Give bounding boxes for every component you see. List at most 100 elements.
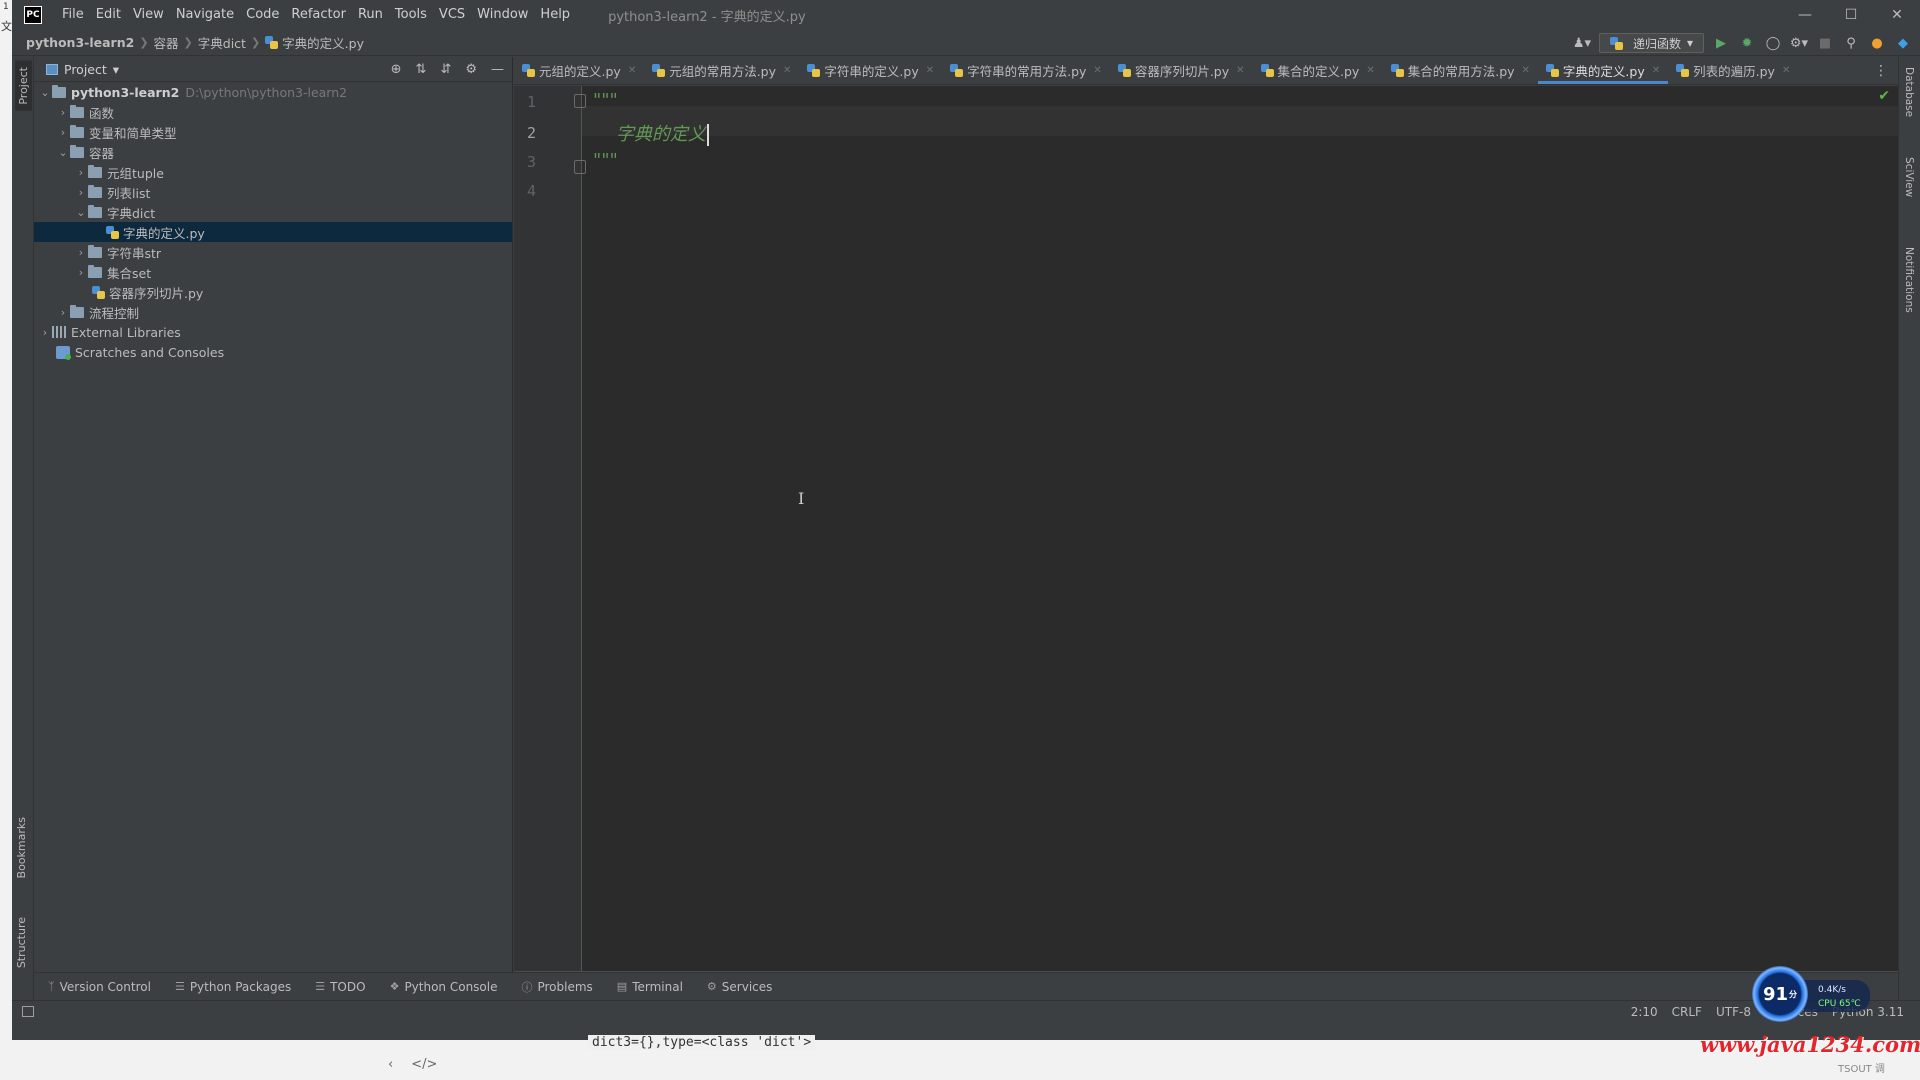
version-control-tool-button[interactable]: ᛉ Version Control — [48, 980, 151, 994]
tab-sequence-slicing[interactable]: 容器序列切片.py ✕ — [1110, 56, 1253, 84]
chevron-down-icon[interactable]: ⌄ — [56, 146, 70, 159]
chevron-down-icon[interactable]: ⌄ — [74, 206, 88, 219]
menu-view[interactable]: View — [127, 0, 170, 30]
tab-tuple-methods[interactable]: 元组的常用方法.py ✕ — [644, 56, 799, 84]
tab-string-definition[interactable]: 字符串的定义.py ✕ — [799, 56, 942, 84]
chevron-right-icon[interactable]: › — [74, 166, 88, 179]
tree-item-folder[interactable]: › 变量和简单类型 — [34, 122, 512, 142]
expand-all-icon[interactable]: ⇅ — [416, 62, 427, 77]
more-tabs-icon[interactable]: ⋮ — [1874, 57, 1888, 85]
chevron-right-icon[interactable]: › — [38, 326, 52, 339]
hide-icon[interactable]: — — [491, 62, 504, 77]
gear-icon[interactable]: ⚙ — [465, 62, 477, 77]
database-tool-button[interactable]: Database — [1903, 67, 1915, 117]
tree-item-folder[interactable]: ⌄ 字典dict — [34, 202, 512, 222]
services-tool-button[interactable]: ⚙ Services — [707, 980, 772, 994]
project-view-selector[interactable]: Project ▾ — [46, 62, 119, 77]
toolbox-icon[interactable]: ◆ — [1894, 34, 1912, 52]
menu-vcs[interactable]: VCS — [433, 0, 471, 30]
notifications-tool-button[interactable]: Notifications — [1903, 247, 1915, 313]
chevron-down-icon[interactable]: ⌄ — [38, 86, 52, 99]
menu-code[interactable]: Code — [240, 0, 285, 30]
breadcrumb-subfolder[interactable]: 字典dict — [196, 33, 248, 52]
tree-item-external-libraries[interactable]: › External Libraries — [34, 322, 512, 342]
project-tool-button[interactable]: Project — [15, 61, 32, 111]
update-icon[interactable]: ● — [1868, 34, 1886, 52]
tree-item-file-selected[interactable]: 字典的定义.py — [34, 222, 512, 242]
structure-tool-button[interactable]: Structure — [15, 917, 28, 968]
close-icon[interactable]: ✕ — [1093, 65, 1101, 76]
stop-icon[interactable]: ■ — [1816, 34, 1834, 52]
close-icon[interactable]: ✕ — [1874, 0, 1920, 30]
tab-dict-definition[interactable]: 字典的定义.py ✕ — [1537, 56, 1669, 84]
tree-item-folder[interactable]: › 流程控制 — [34, 302, 512, 322]
tree-item-file[interactable]: 容器序列切片.py — [34, 282, 512, 302]
close-icon[interactable]: ✕ — [628, 65, 636, 76]
chevron-right-icon[interactable]: › — [56, 126, 70, 139]
caret-position[interactable]: 2:10 — [1631, 1005, 1658, 1019]
tab-string-methods[interactable]: 字符串的常用方法.py ✕ — [942, 56, 1110, 84]
sciview-tool-button[interactable]: SciView — [1903, 157, 1915, 197]
file-encoding[interactable]: UTF-8 — [1716, 1005, 1751, 1019]
tab-list-traversal[interactable]: 列表的遍历.py ✕ — [1668, 56, 1798, 84]
python-console-tool-button[interactable]: ❖ Python Console — [390, 980, 498, 994]
tree-item-folder[interactable]: › 函数 — [34, 102, 512, 122]
chevron-right-icon[interactable]: › — [56, 106, 70, 119]
chevron-right-icon[interactable]: › — [56, 306, 70, 319]
bookmarks-tool-button[interactable]: Bookmarks — [15, 817, 28, 878]
fold-marker-icon[interactable] — [574, 94, 586, 108]
python-packages-tool-button[interactable]: ☰ Python Packages — [175, 980, 291, 994]
close-icon[interactable]: ✕ — [1522, 65, 1530, 76]
breadcrumb-file[interactable]: 字典的定义.py — [263, 33, 366, 52]
line-separator[interactable]: CRLF — [1672, 1005, 1702, 1019]
terminal-tool-button[interactable]: ▤ Terminal — [617, 980, 683, 994]
close-icon[interactable]: ✕ — [1782, 65, 1790, 76]
tab-set-methods[interactable]: 集合的常用方法.py ✕ — [1383, 56, 1538, 84]
chevron-right-icon[interactable]: › — [74, 246, 88, 259]
close-icon[interactable]: ✕ — [1366, 65, 1374, 76]
menu-edit[interactable]: Edit — [90, 0, 127, 30]
close-icon[interactable]: ✕ — [783, 65, 791, 76]
close-icon[interactable]: ✕ — [1652, 65, 1660, 76]
chevron-right-icon[interactable]: › — [74, 186, 88, 199]
tab-set-definition[interactable]: 集合的定义.py ✕ — [1253, 56, 1383, 84]
menu-window[interactable]: Window — [471, 0, 534, 30]
code-editor[interactable]: 1 2 3 4 """ 字典的定义 """ ✔ — [514, 86, 1898, 972]
tree-item-project-root[interactable]: ⌄ python3-learn2 D:\python\python3-learn… — [34, 82, 512, 102]
fold-marker-icon[interactable] — [574, 160, 586, 174]
tree-item-folder[interactable]: › 列表list — [34, 182, 512, 202]
tree-item-folder[interactable]: › 字符串str — [34, 242, 512, 262]
collapse-all-icon[interactable]: ⇵ — [440, 62, 451, 77]
tree-item-folder[interactable]: › 集合set — [34, 262, 512, 282]
breadcrumb-folder[interactable]: 容器 — [152, 33, 181, 52]
chevron-right-icon[interactable]: › — [74, 266, 88, 279]
menu-run[interactable]: Run — [352, 0, 389, 30]
toggle-tool-windows-icon[interactable] — [22, 1006, 34, 1017]
coverage-icon[interactable]: ◯ — [1764, 34, 1782, 52]
menu-file[interactable]: File — [56, 0, 90, 30]
user-icon[interactable]: ♟▾ — [1573, 34, 1591, 52]
close-icon[interactable]: ✕ — [1236, 65, 1244, 76]
close-icon[interactable]: ✕ — [926, 65, 934, 76]
menu-help[interactable]: Help — [534, 0, 576, 30]
search-icon[interactable]: ⚲ — [1842, 34, 1860, 52]
minimize-icon[interactable]: — — [1782, 0, 1828, 30]
run-icon[interactable]: ▶ — [1712, 34, 1730, 52]
run-configuration-select[interactable]: 递归函数 ▾ — [1598, 33, 1704, 53]
breadcrumb-project[interactable]: python3-learn2 — [24, 35, 136, 50]
menu-navigate[interactable]: Navigate — [170, 0, 240, 30]
menu-tools[interactable]: Tools — [389, 0, 433, 30]
tree-item-scratches[interactable]: Scratches and Consoles — [34, 342, 512, 362]
tree-item-folder[interactable]: › 元组tuple — [34, 162, 512, 182]
tree-item-folder[interactable]: ⌄ 容器 — [34, 142, 512, 162]
tab-tuple-definition[interactable]: 元组的定义.py ✕ — [514, 56, 644, 84]
debug-icon[interactable]: ✹ — [1738, 34, 1756, 52]
performance-monitor-widget[interactable]: 0.4K/s CPU 65℃ 91 分 — [1752, 966, 1872, 1022]
maximize-icon[interactable]: ☐ — [1828, 0, 1874, 30]
chevron-left-icon[interactable]: ‹ — [388, 1057, 393, 1072]
locate-icon[interactable]: ⊕ — [391, 62, 402, 77]
todo-tool-button[interactable]: ☰ TODO — [315, 980, 365, 994]
menu-refactor[interactable]: Refactor — [285, 0, 352, 30]
code-tag-icon[interactable]: </> — [411, 1057, 437, 1072]
profile-icon[interactable]: ⚙▾ — [1790, 34, 1808, 52]
